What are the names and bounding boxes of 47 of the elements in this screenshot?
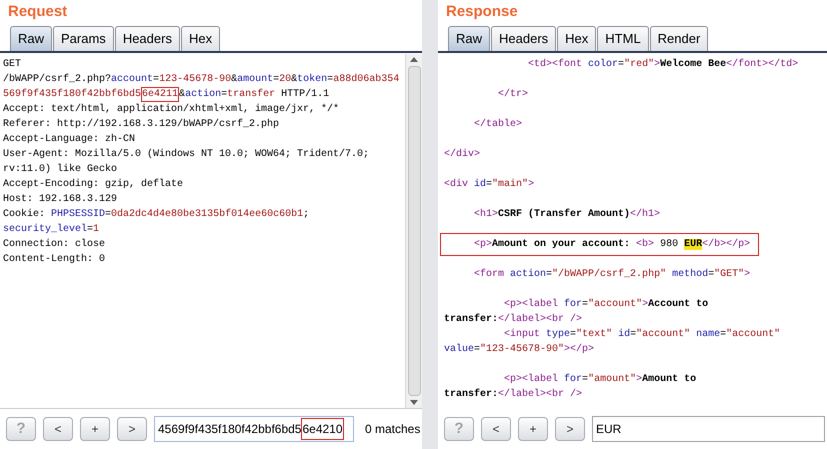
code-line: </table>	[473, 118, 522, 132]
tab[interactable]: HTML	[597, 26, 649, 51]
code-line: rv:11.0) like Gecko	[3, 162, 118, 177]
code-line: <td><font color="red">Welcome Bee</font></td>	[527, 58, 798, 72]
toolbar-button[interactable]: +	[518, 417, 548, 441]
toolbar-button[interactable]: >	[555, 417, 585, 441]
code-line: GET	[3, 58, 22, 72]
code-line: Referer: http://192.168.3.129/bWAPP/csrf_2.php	[3, 118, 280, 132]
code-line: </div>	[444, 148, 480, 162]
code-line: security_level=1	[3, 222, 100, 237]
code-line: <form action="/bWAPP/csrf_2.php" method="GET">	[473, 268, 750, 282]
tab[interactable]: Raw	[10, 26, 52, 51]
tab[interactable]: Hex	[557, 26, 596, 51]
tab[interactable]: Headers	[491, 26, 556, 51]
tab[interactable]: Hex	[180, 26, 220, 51]
code-line: /bWAPP/csrf_2.php?account=123-45678-90&amount=20&token=a88d06ab354	[3, 72, 400, 87]
toolbar-button[interactable]: +	[80, 417, 110, 441]
code-line: Cookie: PHPSESSID=0da2dc4d4e80be3135bf014ee60c60b1;	[3, 208, 310, 222]
code-line: Accept-Language: zh-CN	[3, 132, 136, 147]
code-line: <p><label for="account">Account to	[503, 298, 708, 312]
code-line: <p><label for="amount">Amount to	[503, 372, 696, 387]
code-line: Accept: text/html, application/xhtml+xml, image/jxr, */*	[3, 102, 340, 117]
code-line: 569f9f435f180f42bbf6bd56e4211&action=transfer HTTP/1.1	[3, 87, 330, 102]
code-line: </tr>	[497, 88, 528, 102]
toolbar-button[interactable]: <	[43, 417, 73, 441]
code-line: <h1>CSRF (Transfer Amount)</h1>	[473, 208, 660, 222]
search-field[interactable]: EUR	[592, 416, 825, 442]
code-line: Accept-Encoding: gzip, deflate	[3, 178, 184, 192]
search-field[interactable]: 4569f9f435f180f42bbf6bd56e4210	[154, 416, 354, 442]
panel-title: Request	[7, 2, 68, 22]
tab[interactable]: Render	[650, 26, 708, 51]
code-line: value="123-45678-90"></p>	[444, 342, 594, 357]
code-line: <div id="main">	[444, 178, 534, 192]
tab[interactable]: Headers	[114, 26, 180, 51]
toolbar-button[interactable]: >	[117, 417, 147, 441]
code-line: <input type="text" id="account" name="account"	[503, 328, 780, 342]
code-line: User-Agent: Mozilla/5.0 (Windows NT 10.0; WOW64; Trident/7.0;	[3, 148, 370, 162]
code-line: Content-Length: 0	[3, 252, 106, 267]
code-line: Connection: close	[3, 238, 106, 252]
code-line: transfer:</label><br />	[444, 388, 582, 402]
toolbar-button[interactable]: <	[481, 417, 511, 441]
code-line: Host: 192.168.3.129	[3, 193, 118, 207]
code-line: transfer:</label><br />	[444, 312, 582, 327]
tab[interactable]: Params	[53, 26, 114, 51]
tab[interactable]: Raw	[448, 26, 490, 51]
panel-title: Response	[445, 2, 519, 22]
match-count: 0 matches	[365, 421, 420, 438]
